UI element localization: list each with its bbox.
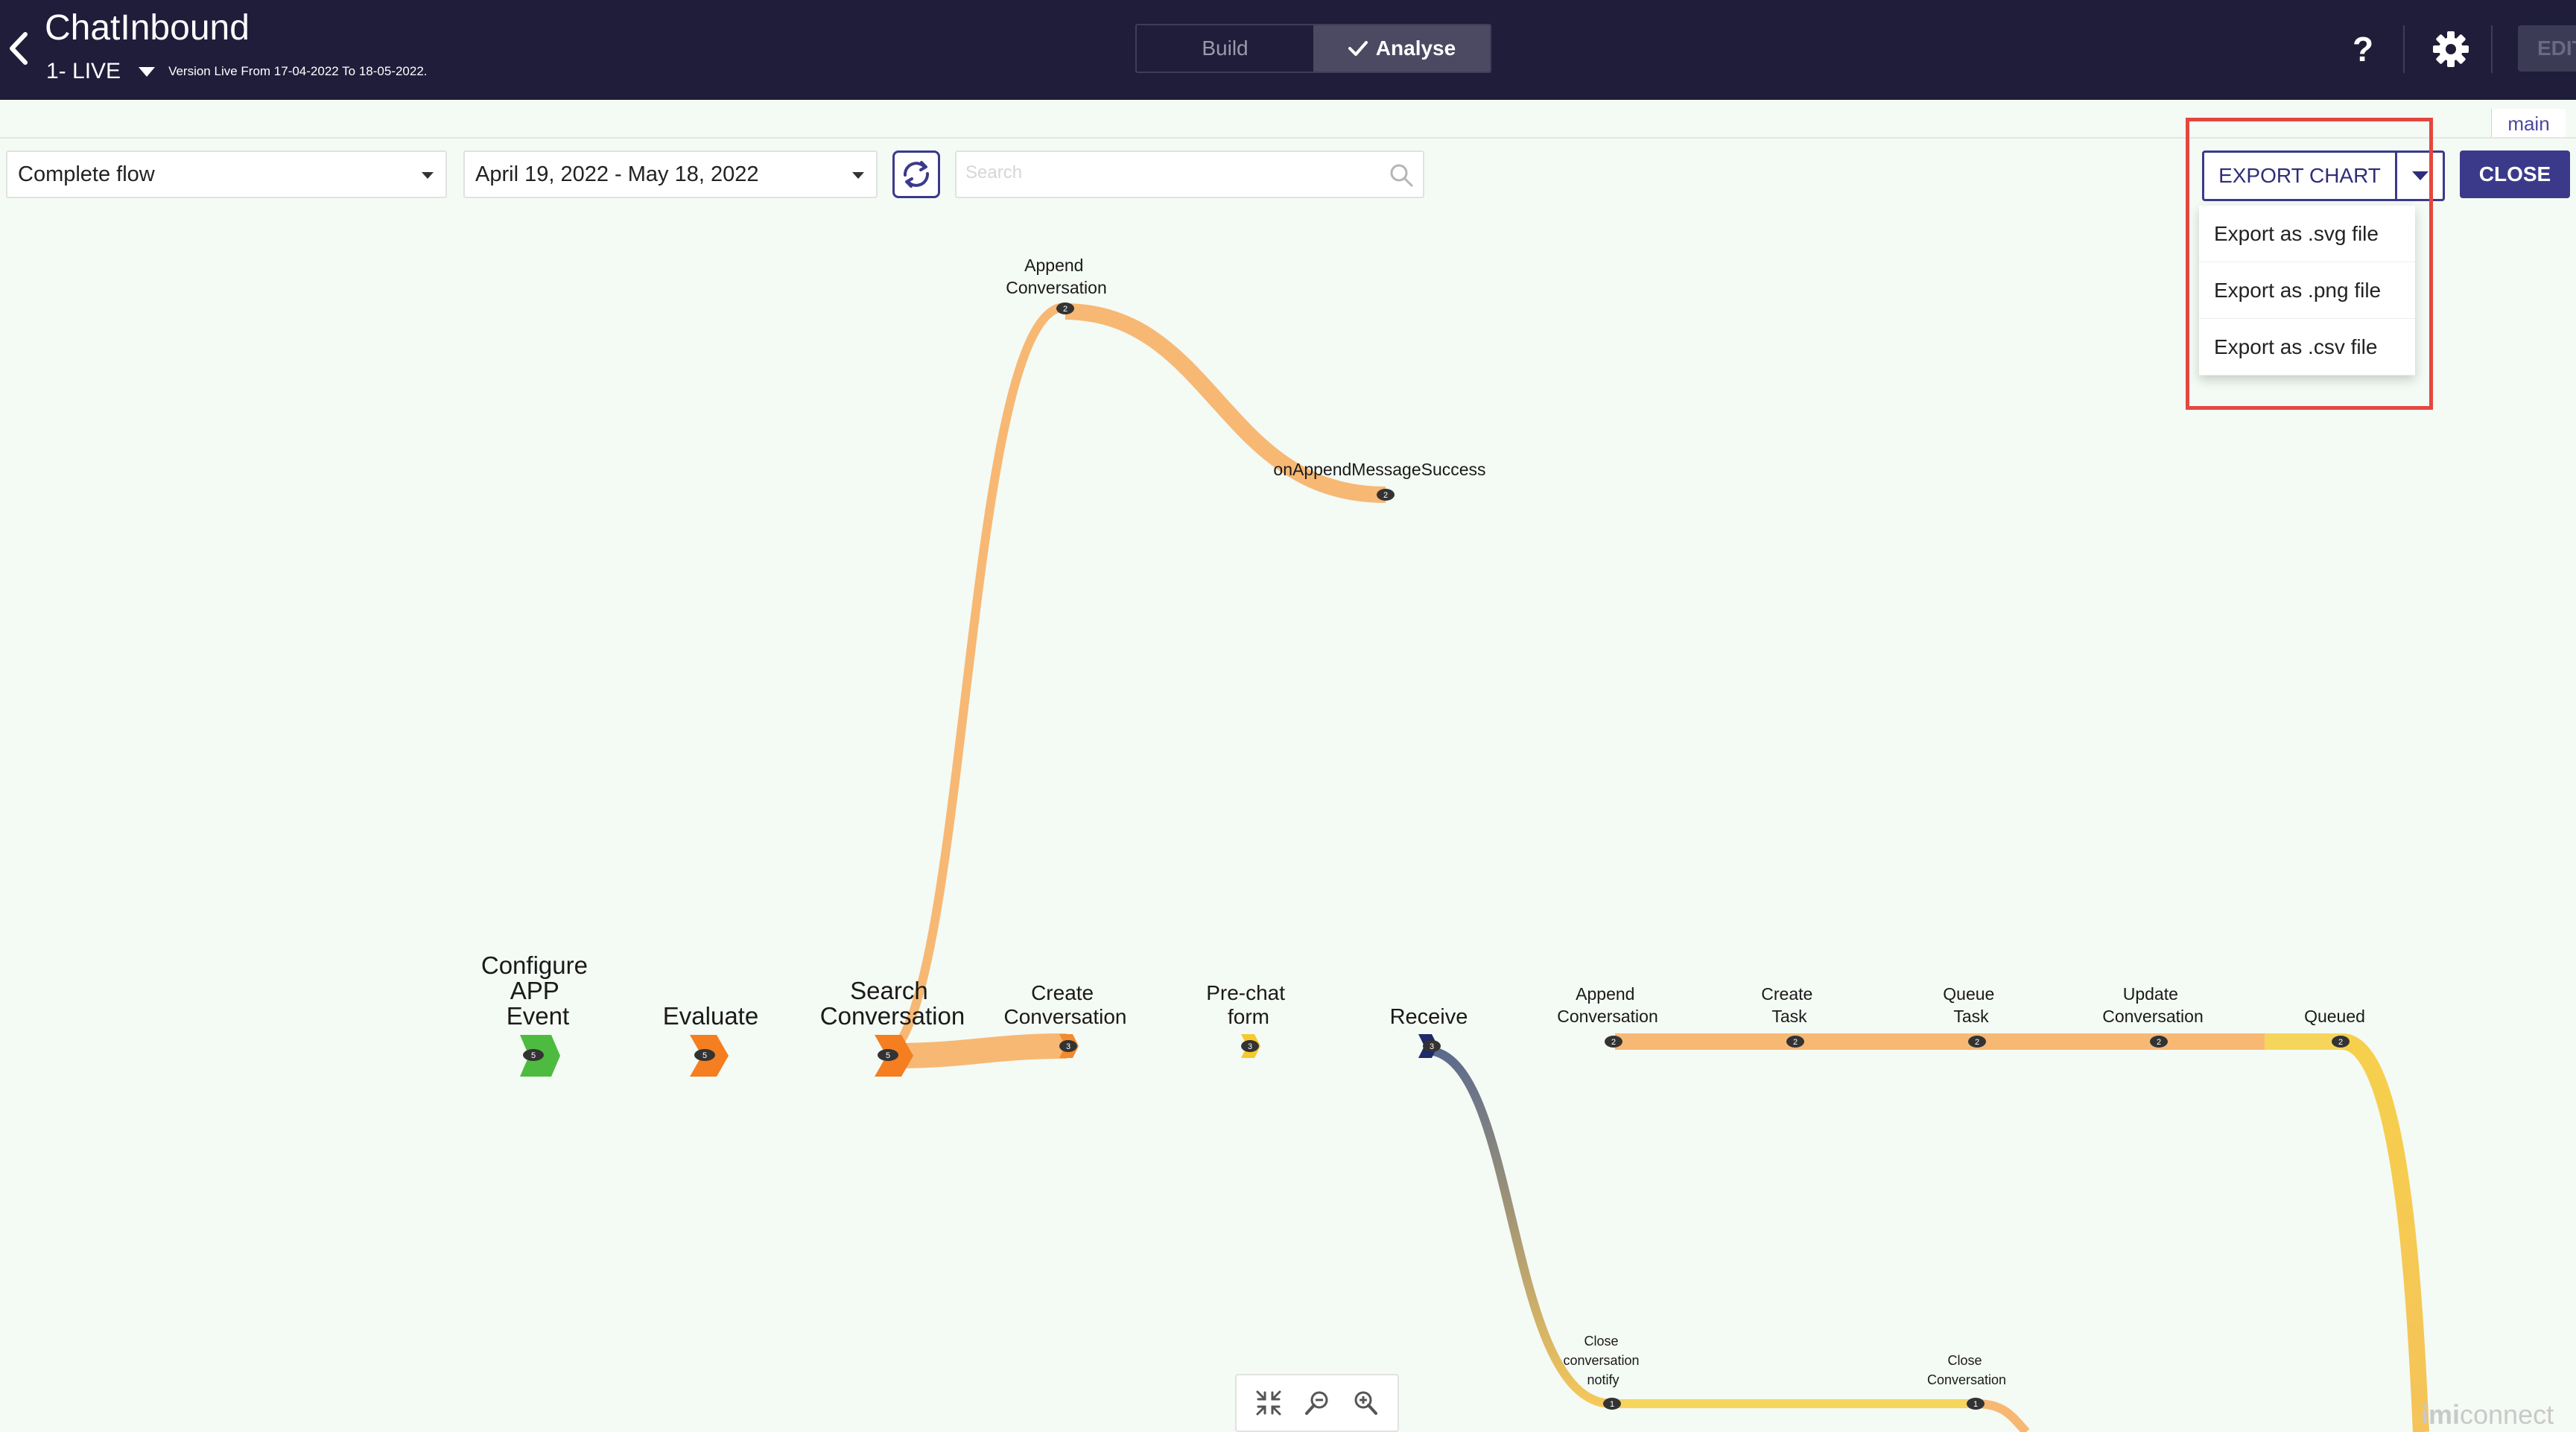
node-label-close-conversation: Close Conversation bbox=[1927, 1353, 2006, 1387]
node-count: 5 bbox=[886, 1051, 890, 1060]
flow-link bbox=[2341, 1033, 2429, 1432]
tab-build-label: Build bbox=[1202, 37, 1249, 60]
node-label-queued: Queued bbox=[2304, 1007, 2365, 1026]
version-selector[interactable]: 1- LIVE Version Live From 17-04-2022 To … bbox=[46, 55, 428, 88]
caret-down-icon bbox=[422, 172, 434, 179]
search-box bbox=[955, 151, 1424, 198]
flow-link bbox=[1975, 1399, 2030, 1432]
search-icon[interactable] bbox=[1389, 162, 1414, 188]
close-button[interactable]: CLOSE bbox=[2460, 151, 2570, 198]
node-label-on-append-message-success: onAppendMessageSuccess bbox=[1273, 460, 1485, 479]
caret-down-icon bbox=[852, 172, 864, 179]
node-count: 2 bbox=[1383, 491, 1388, 500]
header-divider bbox=[2403, 25, 2405, 73]
node-count: 3 bbox=[1248, 1042, 1252, 1051]
brand-logo-part: connect bbox=[2460, 1399, 2554, 1430]
flow-select[interactable]: Complete flow bbox=[6, 151, 447, 198]
date-range-select[interactable]: April 19, 2022 - May 18, 2022 bbox=[463, 151, 878, 198]
flow-link bbox=[893, 1033, 1067, 1068]
version-label: 1- LIVE bbox=[46, 59, 121, 83]
tab-main[interactable]: main bbox=[2491, 109, 2566, 139]
zoom-out-icon[interactable] bbox=[1303, 1389, 1331, 1417]
node-label-append-conversation-top: Append Conversation bbox=[1006, 256, 1107, 297]
node-label-queue-task: Queue Task bbox=[1943, 984, 1999, 1026]
node-count: 5 bbox=[702, 1051, 707, 1060]
brand-logo-part: imi bbox=[2421, 1399, 2461, 1430]
flow-select-value: Complete flow bbox=[18, 162, 155, 186]
flow-link bbox=[890, 302, 1066, 1054]
header-divider bbox=[2491, 25, 2493, 73]
check-icon bbox=[1348, 41, 1368, 56]
node-label-configure: Configure APP Event bbox=[481, 951, 594, 1030]
tab-analyse[interactable]: Analyse bbox=[1313, 25, 1490, 72]
node-count: 5 bbox=[531, 1051, 536, 1060]
zoom-in-icon[interactable] bbox=[1351, 1389, 1380, 1417]
collapse-icon[interactable] bbox=[1254, 1389, 1283, 1417]
node-label-create-conversation: Create Conversation bbox=[1004, 981, 1127, 1028]
version-range-text: Version Live From 17-04-2022 To 18-05-20… bbox=[168, 64, 428, 78]
brand-logo: imiconnect bbox=[2421, 1399, 2554, 1431]
refresh-icon bbox=[904, 161, 929, 188]
gear-icon[interactable] bbox=[2431, 30, 2470, 69]
node-count: 3 bbox=[1430, 1042, 1434, 1051]
node-count: 2 bbox=[1975, 1038, 1979, 1047]
edit-button[interactable]: EDIT bbox=[2518, 25, 2576, 72]
chevron-left-icon[interactable] bbox=[4, 30, 34, 67]
date-range-value: April 19, 2022 - May 18, 2022 bbox=[475, 162, 759, 186]
mode-toggle: Build Analyse bbox=[1135, 24, 1491, 73]
refresh-button[interactable] bbox=[892, 151, 940, 198]
node-label-close-conversation-notify: Close conversation notify bbox=[1563, 1334, 1643, 1387]
node-count: 1 bbox=[1610, 1400, 1614, 1409]
node-count: 2 bbox=[1793, 1038, 1798, 1047]
app-header: ChatInbound 1- LIVE Version Live From 17… bbox=[0, 0, 2576, 100]
node-label-append-conversation: Append Conversation bbox=[1557, 984, 1658, 1026]
tab-build[interactable]: Build bbox=[1137, 25, 1313, 72]
node-label-evaluate: Evaluate bbox=[663, 1002, 758, 1030]
app-title: ChatInbound bbox=[45, 8, 250, 48]
node-count: 2 bbox=[1063, 305, 1067, 314]
node-label-pre-chat-form: Pre-chat form bbox=[1206, 981, 1291, 1028]
node-label-receive: Receive bbox=[1390, 1005, 1468, 1029]
node-count: 3 bbox=[1066, 1042, 1070, 1051]
node-count: 1 bbox=[1973, 1400, 1978, 1409]
node-label-create-task: Create Task bbox=[1761, 984, 1817, 1026]
help-icon[interactable]: ? bbox=[2347, 27, 2379, 72]
highlight-annotation bbox=[2186, 118, 2433, 410]
zoom-controls bbox=[1235, 1374, 1399, 1432]
node-label-update-conversation: Update Conversation bbox=[2102, 984, 2204, 1026]
flow-link bbox=[1428, 1046, 1613, 1408]
node-label-search-conversation: Search Conversation bbox=[820, 977, 965, 1030]
node-count: 2 bbox=[1611, 1038, 1616, 1047]
node-count: 2 bbox=[2157, 1038, 2161, 1047]
caret-down-icon[interactable] bbox=[139, 66, 156, 77]
search-input[interactable] bbox=[965, 152, 1368, 194]
node-count: 2 bbox=[2338, 1038, 2343, 1047]
tab-analyse-label: Analyse bbox=[1375, 37, 1456, 60]
